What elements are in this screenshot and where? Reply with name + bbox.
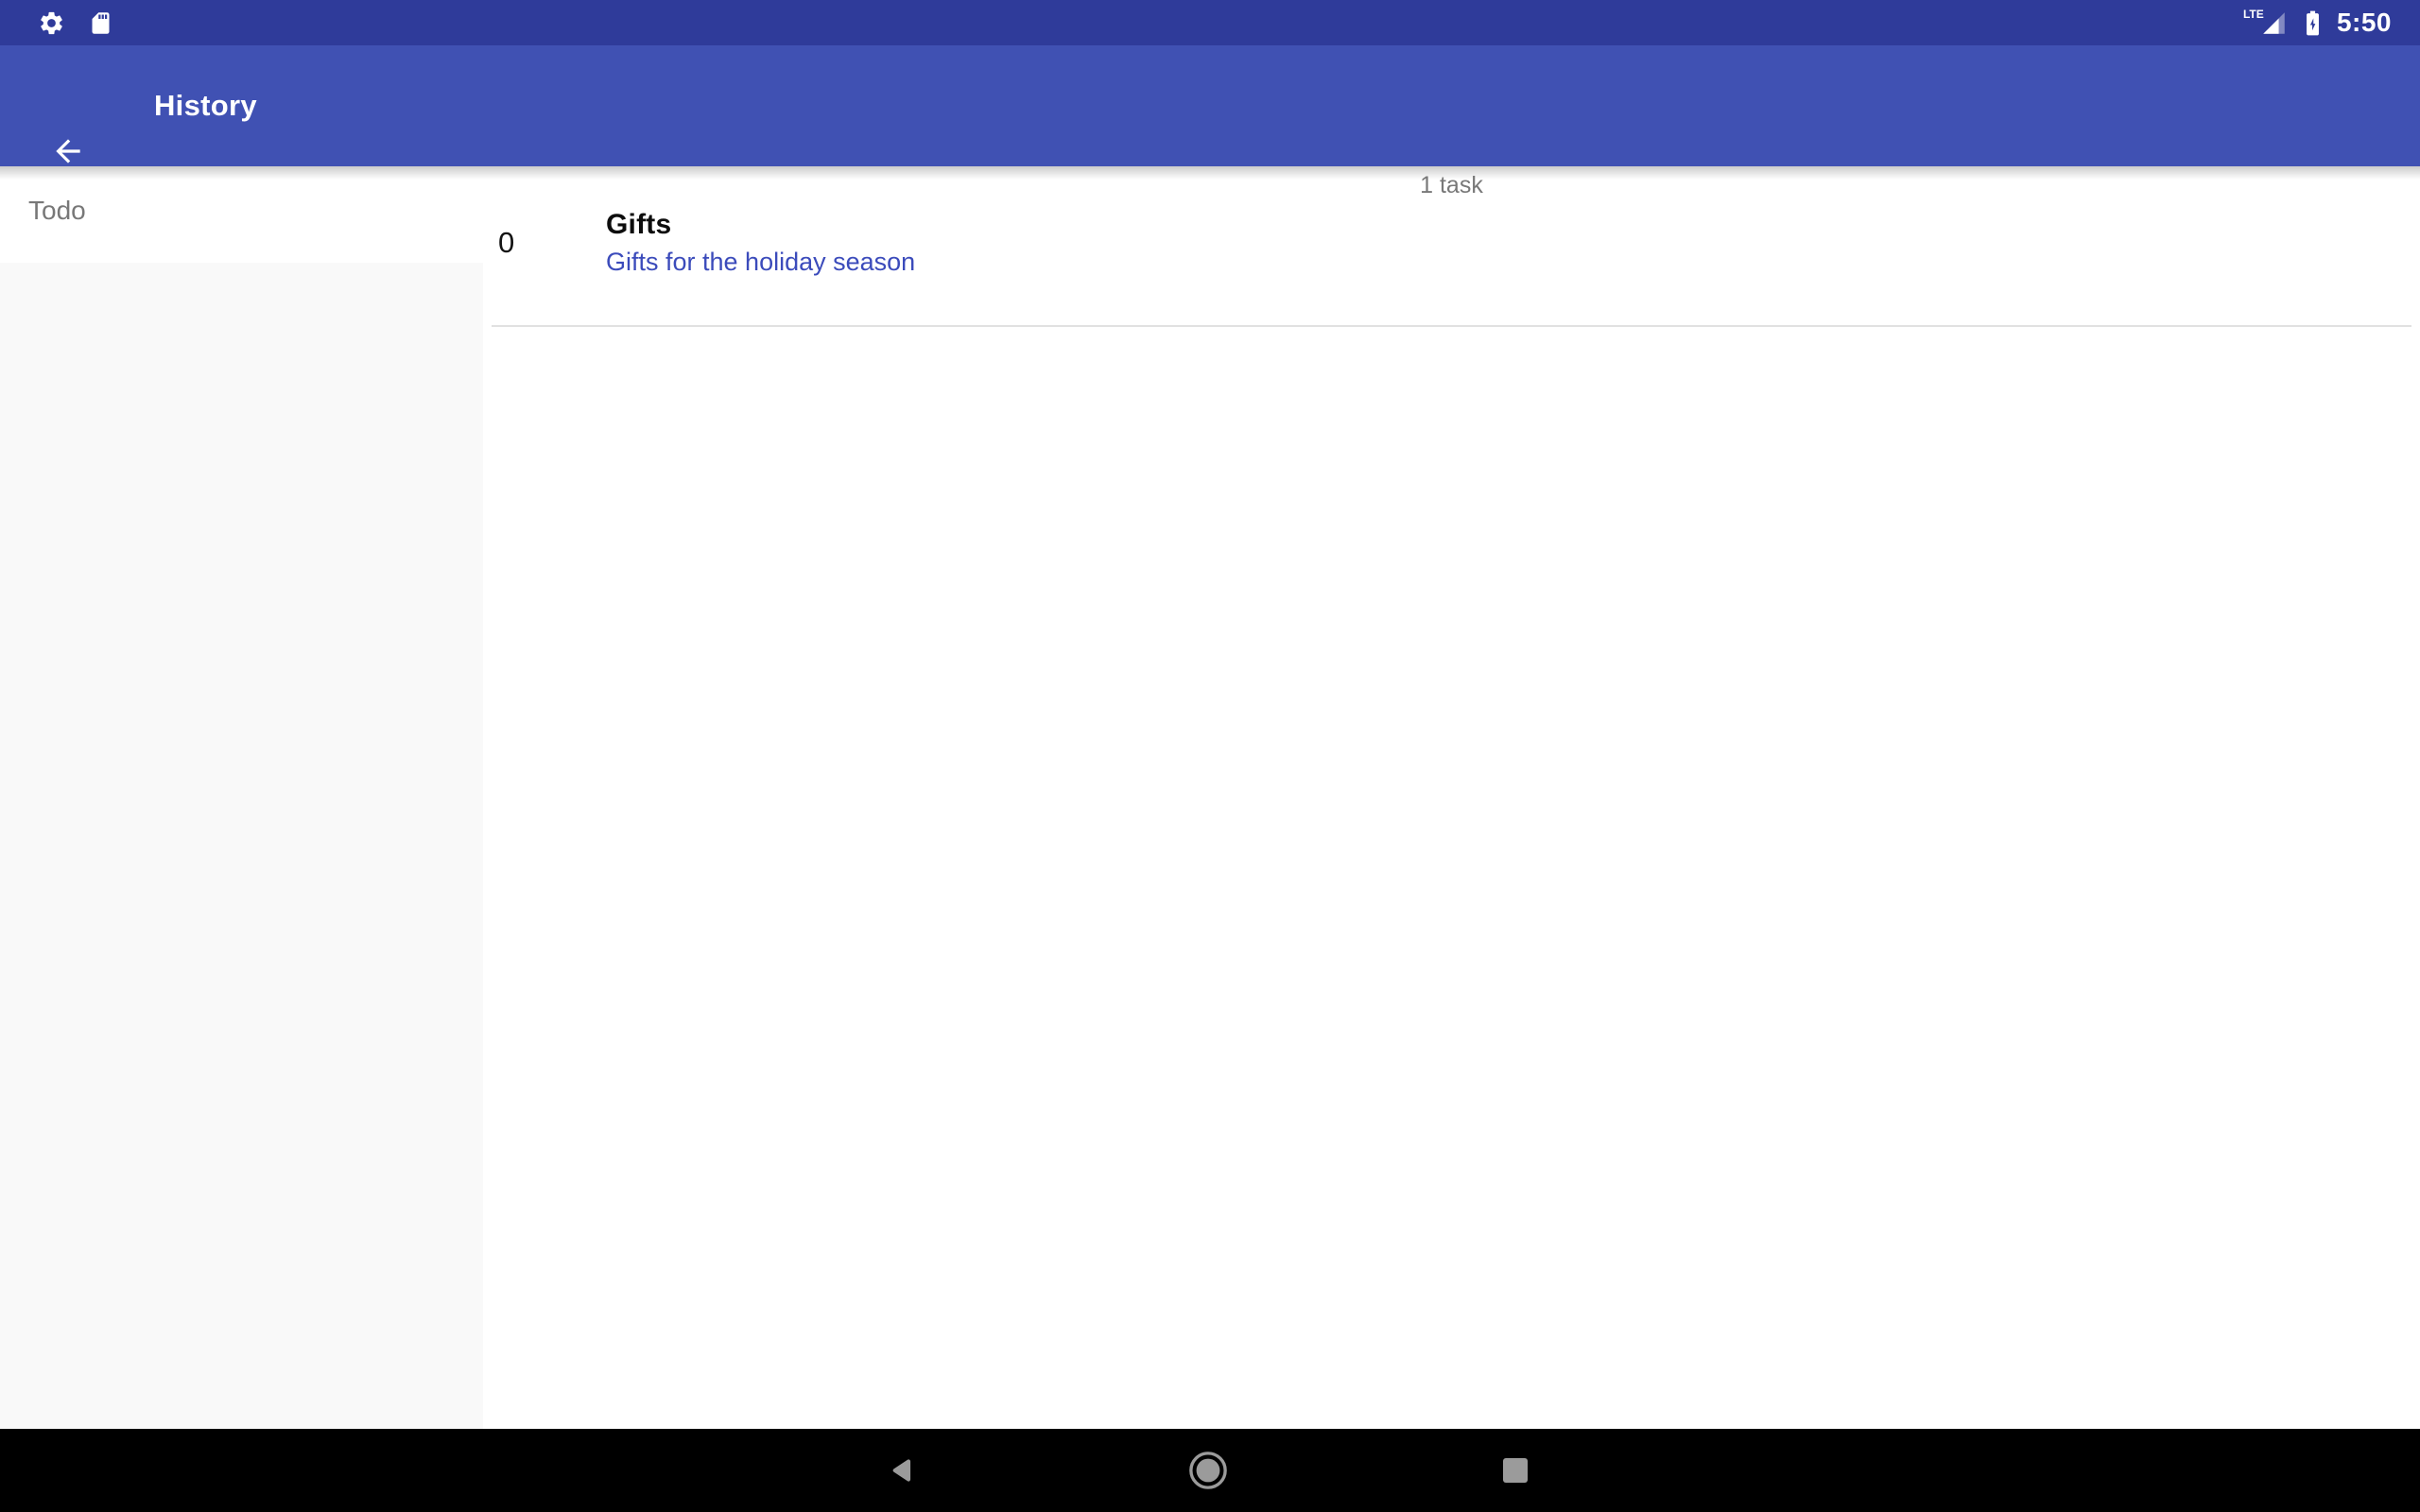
history-item-list-link[interactable]: Gifts for the holiday season bbox=[606, 246, 915, 278]
clock-time: 5:50 bbox=[2337, 0, 2392, 45]
nav-home-icon bbox=[1188, 1451, 1228, 1490]
status-bar: LTE 5:50 bbox=[0, 0, 2420, 45]
sd-card-icon bbox=[88, 10, 113, 36]
status-bar-right: LTE 5:50 bbox=[2243, 0, 2392, 45]
list-divider bbox=[492, 325, 2411, 327]
task-count-label: 1 task bbox=[483, 170, 2420, 200]
nav-recents-button[interactable] bbox=[1487, 1442, 1544, 1499]
nav-back-button[interactable] bbox=[875, 1442, 932, 1499]
back-button[interactable] bbox=[43, 127, 93, 176]
battery-charging-icon bbox=[2298, 9, 2327, 38]
status-bar-left-icons bbox=[38, 0, 113, 45]
history-item-title: Gifts bbox=[606, 207, 671, 243]
nav-home-button[interactable] bbox=[1180, 1442, 1236, 1499]
app-bar: History bbox=[0, 45, 2420, 166]
cellular-signal-icon: LTE bbox=[2243, 0, 2289, 45]
arrow-back-icon bbox=[50, 133, 86, 169]
nav-recents-icon bbox=[1502, 1457, 1529, 1484]
screen: LTE 5:50 History bbox=[0, 0, 2420, 1512]
android-navigation-bar bbox=[0, 1429, 2420, 1512]
nav-back-icon bbox=[888, 1454, 920, 1486]
history-item-count: 0 bbox=[498, 225, 514, 261]
page-title: History bbox=[154, 45, 257, 166]
sidebar-header-todo[interactable]: Todo bbox=[28, 195, 86, 227]
sidebar-panel bbox=[0, 263, 483, 1429]
settings-icon bbox=[38, 9, 65, 37]
